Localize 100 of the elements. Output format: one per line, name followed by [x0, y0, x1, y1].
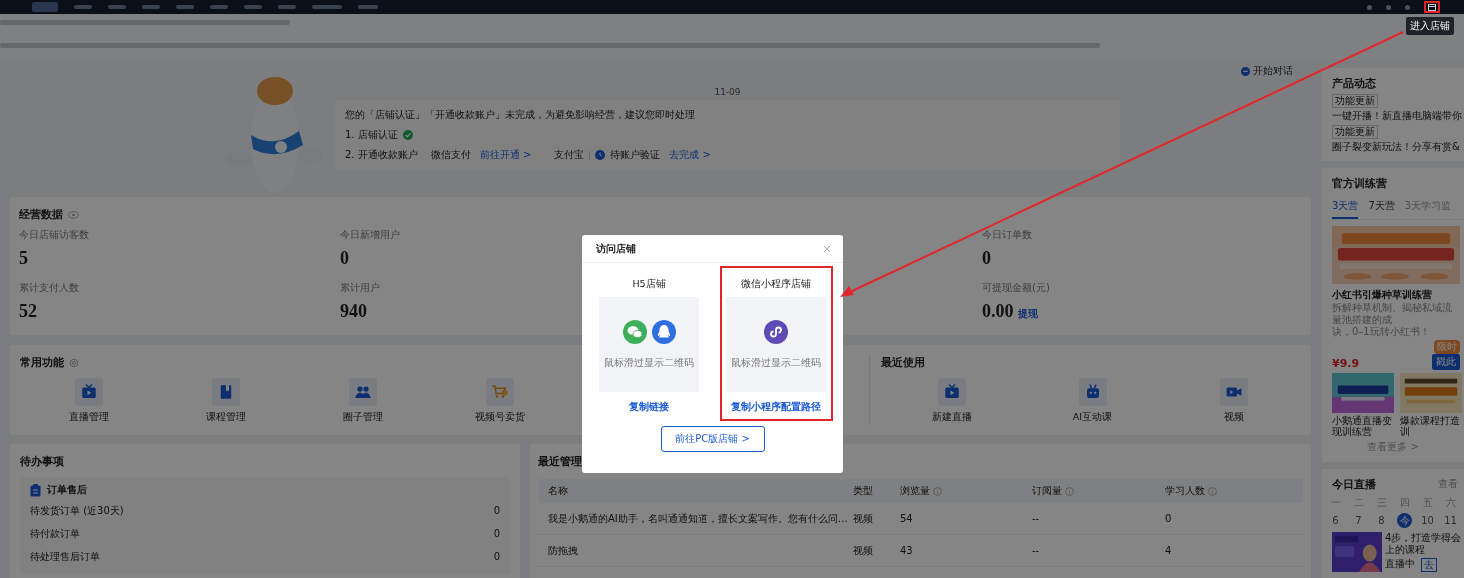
- column-header: 名称: [548, 484, 568, 498]
- section-title: 产品动态: [1332, 76, 1377, 91]
- todo-label: 待处理售后订单: [30, 549, 100, 564]
- course-title[interactable]: 小红书引爆种草训练营: [1332, 288, 1464, 302]
- complete-link[interactable]: 去完成 >: [669, 148, 711, 162]
- section-title: 待办事项: [20, 454, 64, 469]
- camp-title[interactable]: 爆款课程打造训: [1400, 415, 1464, 437]
- enter-button[interactable]: 去: [1421, 558, 1437, 572]
- dialog-title: 访问店铺: [596, 241, 636, 256]
- section-title: 今日直播: [1332, 477, 1376, 492]
- people-icon: [353, 383, 372, 401]
- news-headline[interactable]: 圈子裂变新玩法！分享有赏&: [1332, 141, 1462, 153]
- start-chat-button[interactable]: 开始对话: [1241, 64, 1293, 78]
- price: ¥9.9: [1332, 357, 1360, 370]
- close-icon[interactable]: [823, 244, 831, 253]
- chat-bubbles-icon: [622, 319, 647, 344]
- redacted-menu-item[interactable]: [74, 5, 92, 9]
- section-title: 常用功能: [20, 355, 64, 370]
- redacted-menu-item[interactable]: [244, 5, 262, 9]
- stat-value: 0: [982, 248, 991, 269]
- option-title: H5店铺: [632, 278, 666, 291]
- redacted-menu-item[interactable]: [210, 5, 228, 9]
- cart-icon: [490, 383, 509, 401]
- payment-method: 支付宝: [554, 148, 585, 162]
- redacted-menu-item[interactable]: [278, 5, 296, 9]
- date-cell[interactable]: 8: [1370, 513, 1393, 528]
- table-cell-text: 视频: [852, 511, 874, 526]
- stat-label: 累计支付人数: [19, 281, 79, 295]
- column-header: 类型: [853, 484, 873, 498]
- redacted-menu-item[interactable]: [142, 5, 160, 9]
- toolbar-icon[interactable]: [1367, 4, 1372, 10]
- table-cell-text: 43: [899, 545, 914, 556]
- shortcut-item[interactable]: 圈子管理: [294, 378, 431, 424]
- step-label: 2. 开通收款账户: [345, 148, 418, 162]
- stat-label: 累计用户: [340, 281, 380, 295]
- hint-text: 鼠标滑过显示二维码: [604, 355, 694, 370]
- shortcut-item[interactable]: 课程管理: [157, 378, 294, 424]
- column-header: 浏览量: [900, 484, 930, 498]
- copy-link[interactable]: 复制链接: [629, 400, 669, 414]
- clock-icon: [595, 150, 606, 160]
- tag: 功能更新: [1332, 94, 1378, 108]
- date-cell[interactable]: 10: [1416, 513, 1439, 528]
- shortcut-item[interactable]: 新建直播: [881, 378, 1022, 424]
- stat-label: 可提现金额(元): [982, 281, 1050, 295]
- toolbar-icon[interactable]: [1386, 4, 1391, 10]
- section-title: 经营数据: [19, 207, 63, 222]
- redacted-menu-item[interactable]: [32, 2, 58, 12]
- date-label: 11-09: [713, 87, 742, 97]
- todo-count: 0: [493, 505, 500, 516]
- date-cell[interactable]: 7: [1347, 513, 1370, 528]
- camp-title[interactable]: 小鹅通直播变现训练营: [1332, 415, 1396, 437]
- stat-value: 52: [19, 301, 37, 322]
- stat-value: 0.00: [982, 301, 1014, 322]
- news-headline[interactable]: 一键开播！新直播电脑端带你: [1332, 110, 1462, 122]
- section-title: 最近管理: [538, 454, 582, 469]
- tv-icon: [942, 383, 961, 401]
- table-cell-text: 0: [1164, 513, 1173, 524]
- step-label: 1. 店铺认证: [345, 128, 398, 142]
- section-title: 最近使用: [881, 355, 925, 370]
- tooltip: 进入店铺: [1406, 17, 1454, 35]
- shortcut-item[interactable]: 直播管理: [20, 378, 157, 424]
- stat-value: 5: [19, 248, 28, 269]
- table-cell-text: 视频: [852, 543, 874, 558]
- clipboard-icon: [30, 483, 41, 497]
- option-title: 微信小程序店铺: [741, 278, 811, 291]
- pc-store-button[interactable]: 前往PC版店铺 >: [660, 426, 765, 452]
- table-cell-text: --: [1031, 545, 1041, 556]
- open-link[interactable]: 前往开通 >: [479, 148, 532, 162]
- stat-value: 940: [340, 301, 367, 322]
- stat-value: 0: [340, 248, 349, 269]
- notice-message: 您的「店铺认证」「开通收款账户」未完成，为避免影响经营，建议您即时处理: [345, 108, 696, 122]
- date-cell[interactable]: 今: [1397, 513, 1412, 528]
- todo-count: 0: [493, 551, 500, 562]
- settings-icon: [69, 357, 79, 368]
- shortcut-item[interactable]: 视频号卖货: [431, 378, 568, 424]
- section-title: 官方训练营: [1332, 176, 1388, 191]
- penguin-icon: [651, 319, 676, 344]
- copy-link[interactable]: 复制小程序配置路径: [731, 400, 821, 414]
- store-icon: [1428, 3, 1436, 11]
- redacted-menu-item[interactable]: [108, 5, 126, 9]
- eye-icon: [68, 210, 79, 219]
- live-title[interactable]: 4步，打造学得会: [1385, 532, 1464, 544]
- redacted-menu-item[interactable]: [358, 5, 378, 9]
- tag: 功能更新: [1332, 125, 1378, 139]
- shortcut-item[interactable]: AI互动课: [1022, 378, 1163, 424]
- shortcut-item[interactable]: 视频: [1163, 378, 1304, 424]
- tab[interactable]: 7天营: [1368, 199, 1395, 219]
- status-text: 待账户验证: [610, 148, 661, 162]
- toolbar-icon[interactable]: [1405, 4, 1410, 10]
- date-cell[interactable]: 11: [1439, 513, 1462, 528]
- redacted-menu-item[interactable]: [176, 5, 194, 9]
- redacted-menu-item[interactable]: [312, 5, 342, 9]
- buy-button[interactable]: 戳此: [1432, 354, 1460, 370]
- column-header: 学习人数: [1165, 484, 1205, 498]
- live-title[interactable]: 上的课程: [1385, 544, 1464, 556]
- withdraw-link[interactable]: 提现: [1017, 307, 1038, 321]
- date-cell[interactable]: 6: [1324, 513, 1347, 528]
- tab[interactable]: 3天营: [1332, 199, 1359, 219]
- table-cell-text: --: [1031, 513, 1041, 524]
- live-status: 直播中: [1385, 558, 1415, 571]
